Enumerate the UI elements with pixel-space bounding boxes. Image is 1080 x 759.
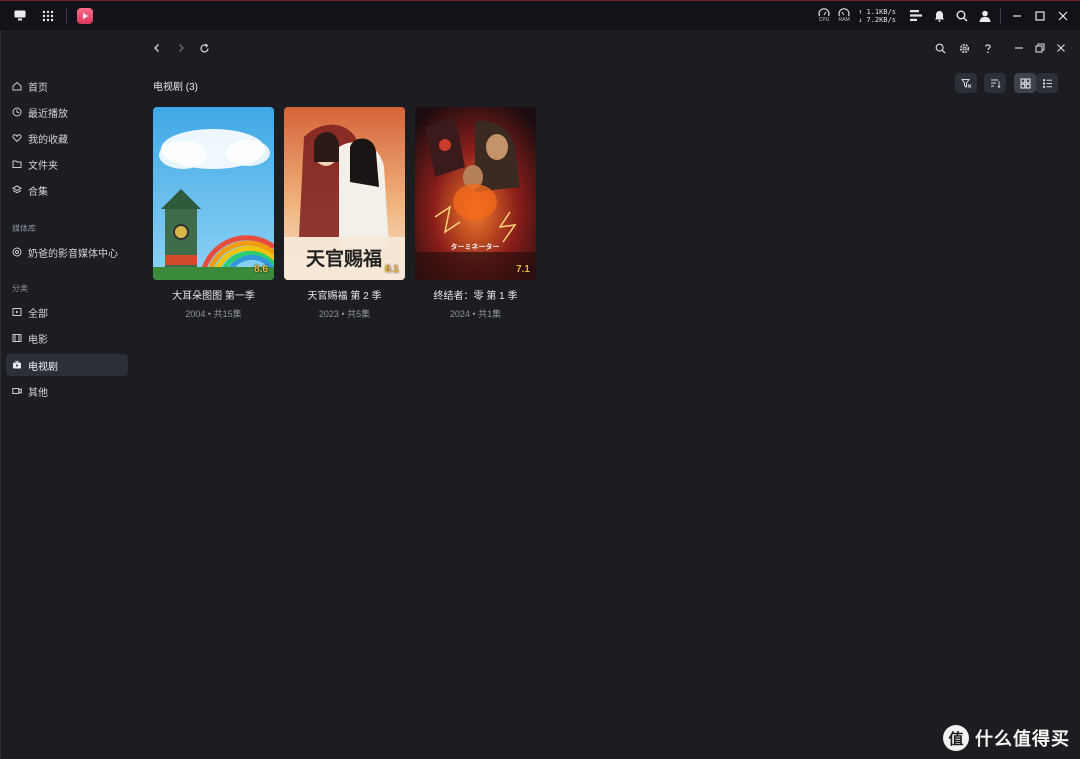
list-view-icon	[1042, 78, 1052, 88]
list-view-button[interactable]	[1036, 73, 1058, 93]
all-icon	[12, 307, 22, 317]
cpu-gauge-icon[interactable]: CPU	[815, 4, 833, 28]
media-card[interactable]: 天官赐福 8.1 天官赐福 第 2 季 2023 • 共5集	[284, 107, 405, 320]
svg-text:天官赐福: 天官赐福	[306, 247, 382, 270]
filter-button[interactable]	[955, 73, 977, 93]
ram-gauge-icon[interactable]: RAM	[835, 4, 853, 28]
poster-image[interactable]: 8.6	[153, 107, 274, 280]
close-icon[interactable]	[1052, 4, 1074, 28]
system-taskbar: CPU RAM ↑ 1.1KB/s ↓ 7.2KB/s	[0, 0, 1080, 30]
rating-badge: 7.1	[516, 264, 530, 275]
poster-image[interactable]: ターミネーター 7.1	[415, 107, 536, 280]
sidebar-item-label: 奶爸的影音媒体中心	[28, 248, 118, 260]
category-section-label: 分类	[12, 284, 28, 293]
media-card[interactable]: 8.6 大耳朵图图 第一季 2004 • 共15集	[153, 107, 274, 320]
search-icon[interactable]	[951, 4, 973, 28]
task-list-icon[interactable]	[905, 4, 927, 28]
library-section-label: 媒体库	[12, 224, 36, 233]
desktop-icon[interactable]	[6, 4, 34, 28]
sidebar-item-label: 合集	[28, 186, 48, 198]
card-title[interactable]: 大耳朵图图 第一季	[153, 287, 274, 302]
sidebar-item-label: 我的收藏	[28, 134, 68, 146]
sidebar-item-collections[interactable]: 合集	[6, 179, 128, 201]
grid-view-button[interactable]	[1014, 73, 1036, 93]
refresh-icon[interactable]	[195, 39, 213, 57]
rating-badge: 8.6	[254, 264, 268, 275]
card-meta: 2004 • 共15集	[185, 309, 242, 319]
watermark: 值 什么值得买	[943, 725, 1070, 751]
card-meta: 2024 • 共1集	[449, 309, 502, 319]
sidebar-item-all[interactable]: 全部	[6, 301, 128, 323]
upload-speed: ↑ 1.1KB/s	[858, 7, 896, 16]
sidebar: 首页 最近播放 我的收藏 文件夹 合集 媒体库 奶爸的影音媒体中心 分类 全部 …	[0, 30, 136, 759]
sidebar-item-label: 其他	[28, 387, 48, 399]
sidebar-item-favorites[interactable]: 我的收藏	[6, 127, 128, 149]
rating-badge: 8.1	[385, 264, 399, 275]
help-icon[interactable]	[979, 39, 997, 57]
search-icon[interactable]	[931, 39, 949, 57]
video-app-icon[interactable]	[71, 4, 99, 28]
network-speed[interactable]: ↑ 1.1KB/s ↓ 7.2KB/s	[858, 8, 896, 24]
sort-button[interactable]	[984, 73, 1006, 93]
sidebar-item-label: 电影	[28, 334, 48, 346]
sidebar-item-label: 首页	[28, 82, 48, 94]
sidebar-item-label: 全部	[28, 308, 48, 320]
user-icon[interactable]	[974, 4, 996, 28]
folder-icon	[12, 159, 22, 169]
sidebar-item-recent[interactable]: 最近播放	[6, 101, 128, 123]
taskbar-divider	[66, 7, 67, 24]
sidebar-item-folders[interactable]: 文件夹	[6, 153, 128, 175]
sidebar-item-movies[interactable]: 电影	[6, 327, 128, 349]
svg-text:ターミネーター: ターミネーター	[451, 242, 500, 251]
back-icon[interactable]	[148, 39, 166, 57]
sidebar-item-library[interactable]: 奶爸的影音媒体中心	[6, 241, 128, 263]
window-close-icon[interactable]	[1052, 39, 1070, 57]
sidebar-item-label: 文件夹	[28, 160, 58, 172]
minimize-icon[interactable]	[1006, 4, 1028, 28]
window-restore-icon[interactable]	[1031, 39, 1049, 57]
download-speed: ↓ 7.2KB/s	[858, 15, 896, 24]
watermark-text: 什么值得买	[975, 729, 1070, 749]
sidebar-item-other[interactable]: 其他	[6, 380, 128, 402]
page-title: 电视剧 (3)	[153, 82, 198, 93]
taskbar-divider-right	[1000, 7, 1001, 24]
layers-icon	[12, 185, 22, 195]
grid-view-icon	[1020, 78, 1030, 88]
app-grid-icon[interactable]	[34, 4, 62, 28]
video-icon	[12, 386, 22, 396]
forward-icon[interactable]	[172, 39, 190, 57]
card-meta: 2023 • 共5集	[318, 309, 371, 319]
heart-icon	[12, 133, 22, 143]
card-title[interactable]: 天官赐福 第 2 季	[284, 287, 405, 302]
poster-image[interactable]: 天官赐福 8.1	[284, 107, 405, 280]
tv-icon	[12, 360, 22, 370]
filter-icon	[960, 78, 971, 88]
settings-icon[interactable]	[955, 39, 973, 57]
media-card[interactable]: ターミネーター 7.1 终结者：零 第 1 季 2024 • 共1集	[415, 107, 536, 320]
watermark-logo-icon: 值	[943, 725, 969, 751]
sidebar-item-label: 电视剧	[28, 361, 58, 373]
ram-label: RAM	[838, 17, 850, 23]
sidebar-item-home[interactable]: 首页	[6, 75, 128, 97]
sidebar-item-tv[interactable]: 电视剧	[6, 354, 128, 376]
card-title[interactable]: 终结者：零 第 1 季	[415, 287, 536, 302]
home-icon	[12, 81, 22, 91]
maximize-icon[interactable]	[1029, 4, 1051, 28]
sort-icon	[990, 79, 1001, 88]
bell-icon[interactable]	[928, 4, 950, 28]
sidebar-item-label: 最近播放	[28, 108, 68, 120]
window-minimize-icon[interactable]	[1010, 39, 1028, 57]
film-icon	[12, 333, 22, 343]
library-icon	[12, 247, 22, 257]
clock-icon	[12, 107, 22, 117]
cpu-label: CPU	[818, 17, 830, 23]
